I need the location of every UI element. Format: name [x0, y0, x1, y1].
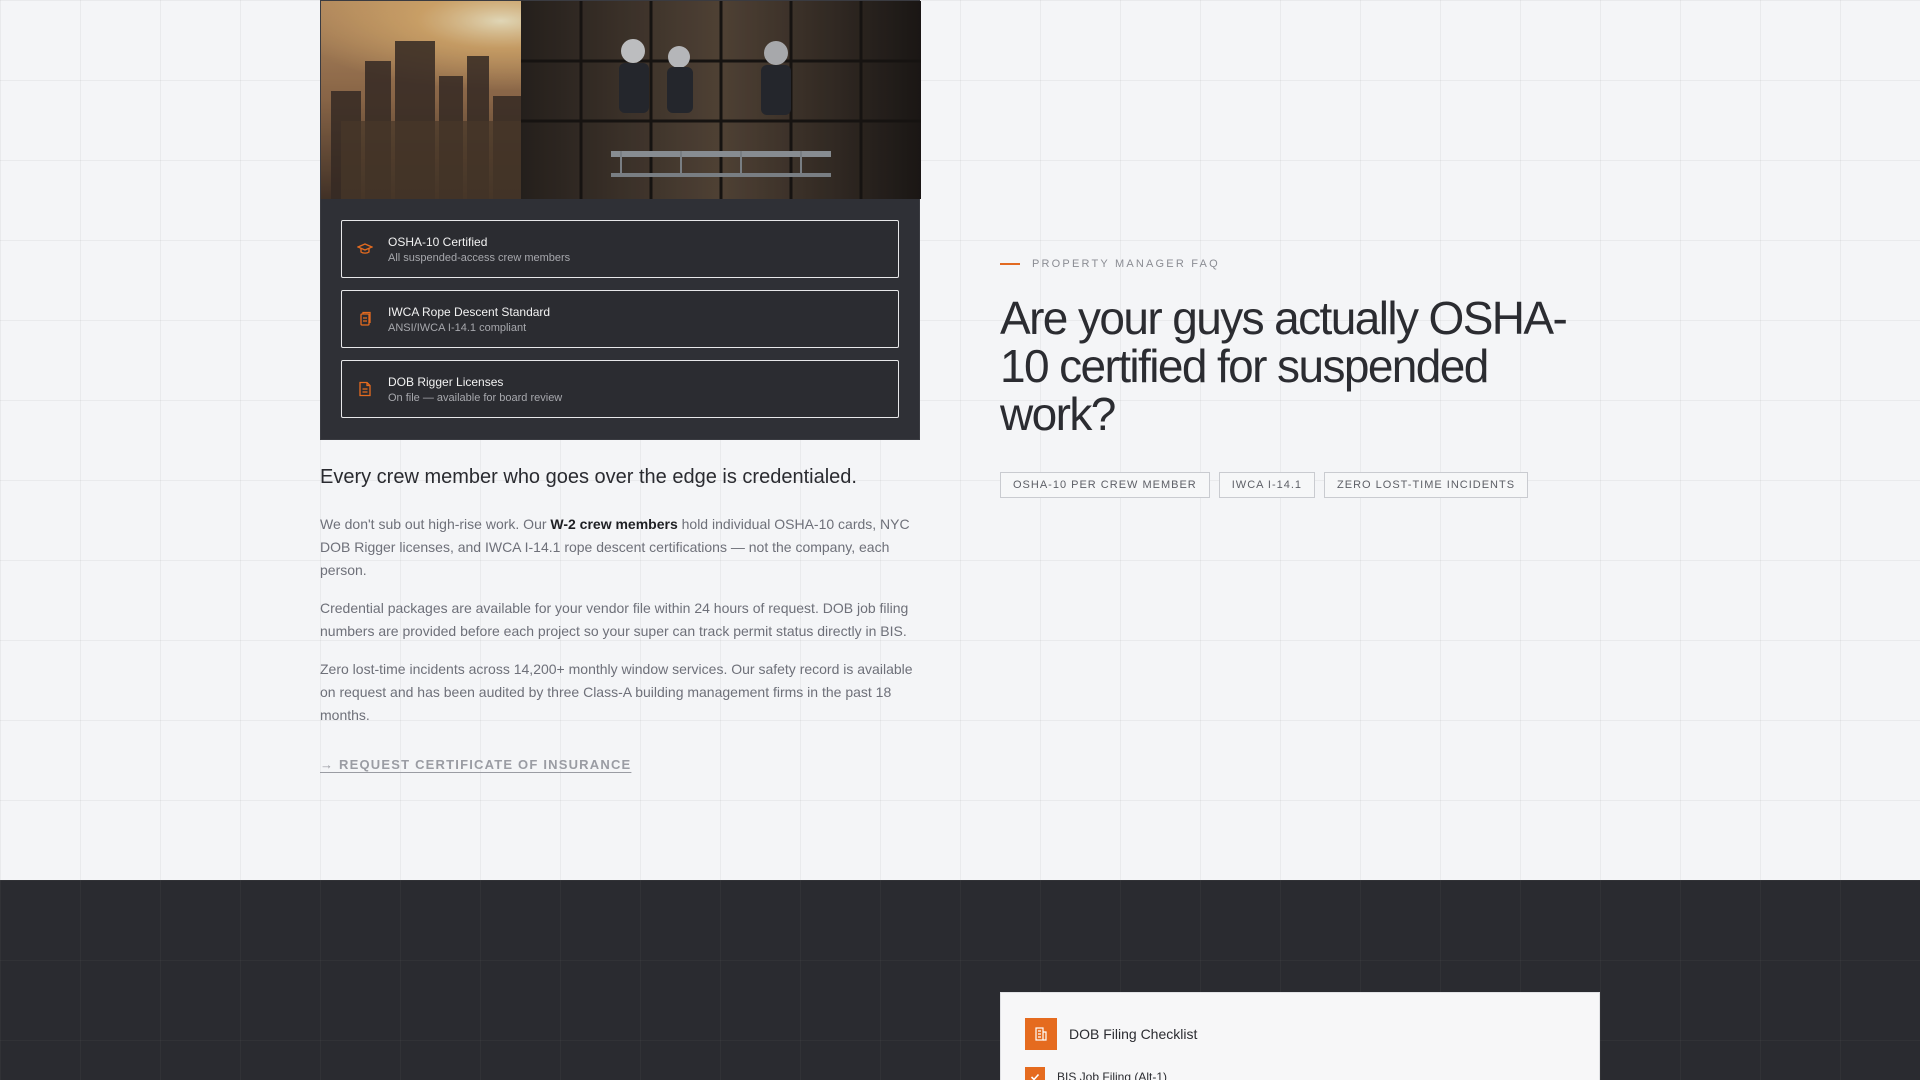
documents-icon: [356, 310, 374, 328]
checklist-item-label: BIS Job Filing (Alt-1): [1057, 1070, 1168, 1080]
credential-list: OSHA-10 Certified All suspended-access c…: [341, 220, 899, 430]
credential-title: IWCA Rope Descent Standard: [388, 304, 551, 319]
file-icon: [356, 380, 374, 398]
credential-title: OSHA-10 Certified: [388, 234, 488, 249]
window-cleaners-photo: [321, 1, 921, 199]
building-icon: [1025, 1018, 1057, 1050]
checklist-title: DOB Filing Checklist: [1069, 1026, 1198, 1042]
grid-background: [0, 0, 1920, 880]
checklist-header: DOB Filing Checklist: [1025, 1018, 1197, 1050]
request-coi-link[interactable]: → REQUEST CERTIFICATE OF INSURANCE: [320, 757, 631, 772]
credentials-card: OSHA-10 Certified All suspended-access c…: [320, 0, 921, 440]
checklist-item[interactable]: BIS Job Filing (Alt-1): [1025, 1067, 1167, 1080]
paragraph-packages: Credential packages are available for yo…: [320, 600, 909, 639]
credential-item-osha: OSHA-10 Certified All suspended-access c…: [341, 220, 899, 278]
credentials-copy: Every crew member who goes over the edge…: [320, 463, 920, 774]
hero-photo: [321, 1, 921, 199]
eyebrow-line: [1000, 263, 1020, 265]
tag-osha: OSHA-10 PER CREW MEMBER: [1000, 472, 1210, 498]
section-lead: Every crew member who goes over the edge…: [320, 466, 857, 488]
eyebrow-text: PROPERTY MANAGER FAQ: [1032, 258, 1220, 270]
dob-checklist-card: DOB Filing Checklist BIS Job Filing (Alt…: [1000, 992, 1600, 1080]
paragraph-crew: We don't sub out high-rise work. Our W-2…: [320, 513, 920, 582]
paragraph-text: We don't sub out high-rise work. Our: [320, 516, 551, 532]
faq-section: PROPERTY MANAGER FAQ Are your guys actua…: [1000, 258, 1620, 498]
credential-title: DOB Rigger Licenses: [388, 374, 504, 389]
dark-section: [0, 880, 1920, 1080]
graduation-cap-icon: [356, 240, 374, 258]
tag-incidents: ZERO LOST-TIME INCIDENTS: [1324, 472, 1529, 498]
credential-subtitle: ANSI/IWCA I-14.1 compliant: [388, 321, 527, 334]
credential-item-dob: DOB Rigger Licenses On file — available …: [341, 360, 899, 418]
checkmark-icon[interactable]: [1025, 1067, 1045, 1080]
credential-subtitle: All suspended-access crew members: [388, 251, 571, 264]
paragraph-safety: Zero lost-time incidents across 14,200+ …: [320, 661, 913, 723]
tag-iwca: IWCA I-14.1: [1218, 472, 1316, 498]
faq-tags: OSHA-10 PER CREW MEMBER IWCA I-14.1 ZERO…: [1000, 472, 1620, 498]
paragraph-bold: W-2 crew members: [550, 516, 678, 532]
credential-subtitle: On file — available for board review: [388, 391, 563, 404]
faq-question: Are your guys actually OSHA-10 certified…: [1000, 292, 1568, 440]
credential-item-iwca: IWCA Rope Descent Standard ANSI/IWCA I-1…: [341, 290, 899, 348]
faq-eyebrow: PROPERTY MANAGER FAQ: [1000, 258, 1620, 270]
